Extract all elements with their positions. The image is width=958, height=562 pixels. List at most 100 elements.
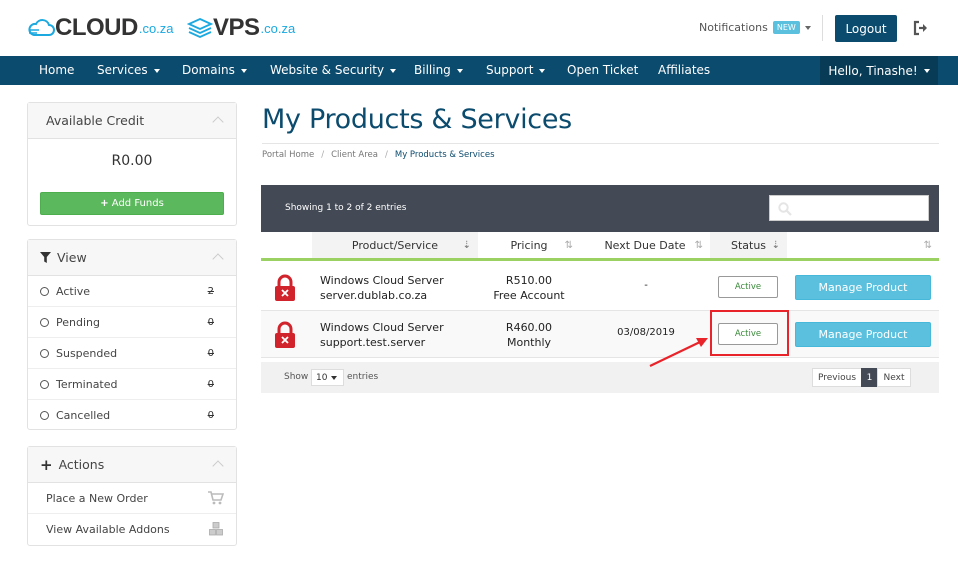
price-amount: R460.00 bbox=[505, 321, 553, 334]
view-item-terminated[interactable]: Terminated 0 bbox=[28, 369, 236, 400]
add-funds-button[interactable]: + Add Funds bbox=[40, 192, 224, 215]
product-name: Windows Cloud Server bbox=[320, 274, 444, 287]
billing-cycle: Monthly bbox=[506, 336, 552, 349]
view-panel-header[interactable]: View bbox=[28, 240, 236, 276]
page-length-select[interactable]: 10 bbox=[311, 369, 344, 386]
notifications-label: Notifications bbox=[699, 21, 768, 34]
view-item-label: Active bbox=[56, 284, 91, 298]
chevron-down-icon bbox=[539, 68, 546, 73]
chevron-down-icon bbox=[390, 68, 397, 73]
pagination: Previous 1 Next bbox=[812, 368, 911, 387]
view-item-cancelled[interactable]: Cancelled 0 bbox=[28, 400, 236, 431]
title-divider bbox=[262, 143, 939, 144]
cloud-logo[interactable]: CLOUD .co.za bbox=[27, 14, 174, 42]
chevron-up-icon bbox=[212, 253, 224, 265]
nav-affiliates[interactable]: Affiliates bbox=[658, 56, 710, 85]
credit-panel-header[interactable]: Available Credit bbox=[28, 103, 236, 139]
annotation-arrow-icon bbox=[649, 338, 708, 367]
status-badge: Active bbox=[718, 276, 778, 298]
search-icon bbox=[778, 202, 792, 216]
nav-affiliates-label: Affiliates bbox=[658, 63, 711, 77]
show-label: Show bbox=[284, 372, 309, 382]
pricing-cell: R510.00 Free Account bbox=[479, 273, 579, 303]
plus-icon: + bbox=[40, 455, 53, 474]
view-item-suspended[interactable]: Suspended 0 bbox=[28, 338, 236, 369]
breadcrumb-client-area[interactable]: Client Area bbox=[331, 150, 378, 160]
showing-entries-text: Showing 1 to 2 of 2 entries bbox=[285, 203, 407, 213]
view-panel: View Active 2 Pending 0 Suspended 0 Termina… bbox=[27, 239, 237, 430]
add-funds-label: Add Funds bbox=[111, 198, 164, 209]
column-header-pricing[interactable]: Pricing ⇅ bbox=[478, 232, 580, 261]
radio-button[interactable] bbox=[40, 348, 49, 358]
top-bar: CLOUD .co.za VPS .co.za Notifications NE… bbox=[0, 0, 958, 56]
table-search-input[interactable] bbox=[769, 195, 929, 221]
nav-domains-label: Domains bbox=[182, 63, 235, 77]
next-page-button[interactable]: Next bbox=[877, 368, 911, 387]
previous-page-button[interactable]: Previous bbox=[812, 368, 862, 387]
logout-button[interactable]: Logout bbox=[835, 15, 897, 42]
chevron-down-icon bbox=[923, 68, 930, 73]
column-header-label: Product/Service bbox=[351, 238, 439, 252]
nav-website-security-label: Website & Security bbox=[270, 63, 385, 77]
radio-button[interactable] bbox=[40, 411, 49, 420]
column-header-due-date[interactable]: Next Due Date ⇅ bbox=[580, 232, 710, 261]
action-item-label: View Available Addons bbox=[46, 523, 170, 536]
view-item-label: Suspended bbox=[56, 346, 118, 360]
product-name: Windows Cloud Server bbox=[320, 321, 444, 334]
sort-icon: ⇅ bbox=[923, 240, 932, 251]
credit-panel: Available Credit R0.00 + Add Funds bbox=[27, 102, 237, 226]
nav-home[interactable]: Home bbox=[39, 56, 74, 85]
page-length-value: 10 bbox=[316, 372, 328, 383]
view-item-active[interactable]: Active 2 bbox=[28, 276, 236, 307]
radio-button[interactable] bbox=[40, 286, 49, 296]
manage-product-button[interactable]: Manage Product bbox=[795, 275, 931, 300]
nav-billing[interactable]: Billing bbox=[414, 56, 463, 85]
due-date-cell: - bbox=[644, 280, 648, 291]
breadcrumb-separator: / bbox=[321, 150, 325, 160]
credit-panel-title: Available Credit bbox=[46, 113, 145, 128]
user-menu[interactable]: Hello, Tinashe! bbox=[820, 56, 938, 85]
filter-icon bbox=[40, 252, 51, 263]
view-item-count: 0 bbox=[207, 347, 214, 359]
chevron-down-icon bbox=[153, 68, 160, 73]
page-1-button[interactable]: 1 bbox=[861, 368, 878, 387]
sort-icon: ⇅ bbox=[564, 240, 573, 251]
column-header-blank bbox=[261, 232, 312, 261]
radio-button[interactable] bbox=[40, 317, 49, 327]
nav-open-ticket[interactable]: Open Ticket bbox=[567, 56, 638, 85]
layers-icon bbox=[187, 18, 213, 38]
table-row[interactable]: Windows Cloud Server server.dublab.co.za… bbox=[261, 264, 939, 311]
table-toolbar: Showing 1 to 2 of 2 entries bbox=[261, 185, 939, 232]
view-item-count: 0 bbox=[207, 410, 214, 421]
manage-product-button[interactable]: Manage Product bbox=[795, 322, 931, 347]
lock-icon bbox=[275, 321, 295, 348]
actions-panel: + Actions Place a New Order View Availab… bbox=[27, 446, 237, 546]
plus-icon: + bbox=[100, 198, 109, 209]
nav-home-label: Home bbox=[39, 63, 75, 77]
vps-logo[interactable]: VPS .co.za bbox=[187, 14, 295, 42]
breadcrumb: Portal Home / Client Area / My Products … bbox=[262, 150, 495, 160]
nav-website-security[interactable]: Website & Security bbox=[270, 56, 397, 85]
nav-services[interactable]: Services bbox=[97, 56, 160, 85]
view-addons-link[interactable]: View Available Addons bbox=[28, 514, 236, 545]
column-header-product[interactable]: Product/Service ⇣ bbox=[312, 232, 478, 261]
notifications-dropdown[interactable]: Notifications NEW bbox=[699, 21, 811, 34]
nav-domains[interactable]: Domains bbox=[182, 56, 247, 85]
actions-panel-header[interactable]: + Actions bbox=[28, 447, 236, 483]
chevron-up-icon bbox=[212, 460, 224, 472]
breadcrumb-portal-home[interactable]: Portal Home bbox=[262, 150, 314, 160]
column-header-status[interactable]: Status ⇣ bbox=[710, 232, 787, 261]
view-item-pending[interactable]: Pending 0 bbox=[28, 307, 236, 338]
page-title: My Products & Services bbox=[262, 104, 572, 135]
sign-out-icon[interactable] bbox=[912, 19, 930, 37]
radio-button[interactable] bbox=[40, 379, 49, 389]
sort-desc-icon: ⇣ bbox=[771, 240, 780, 251]
place-new-order-link[interactable]: Place a New Order bbox=[28, 483, 236, 514]
column-header-actions: ⇅ bbox=[787, 232, 939, 261]
view-item-count: 0 bbox=[207, 316, 214, 328]
nav-support[interactable]: Support bbox=[486, 56, 546, 85]
cart-icon bbox=[208, 491, 224, 505]
view-item-count: 2 bbox=[207, 285, 214, 297]
table-row[interactable]: Windows Cloud Server support.test.server… bbox=[261, 311, 939, 358]
nav-support-label: Support bbox=[486, 63, 534, 77]
